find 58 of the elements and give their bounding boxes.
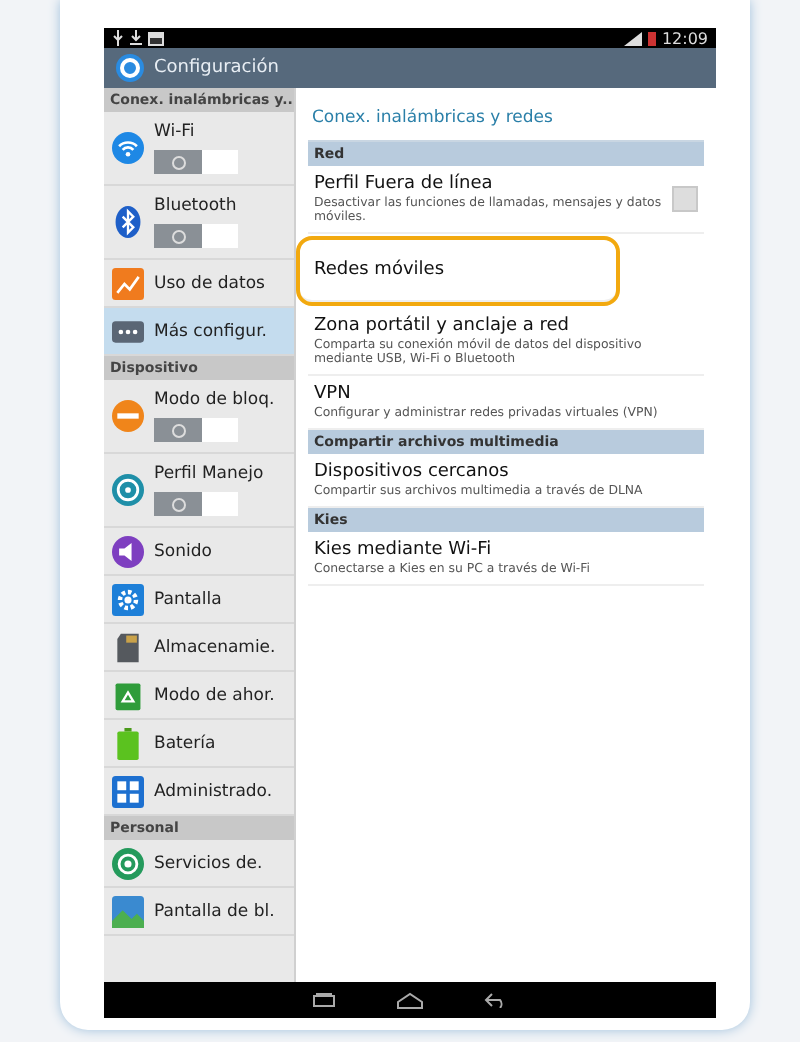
setting-title: Redes móviles [314,260,447,280]
setting-title: Dispositivos cercanos [314,462,511,482]
item-label: Pantalla de bl. [154,901,275,921]
setting-title: Kies mediante Wi-Fi [314,540,494,560]
sidebar-item[interactable]: Modo de bloq. [104,380,294,454]
toggle-switch[interactable] [154,492,238,516]
usb-icon [112,30,124,46]
item-label: Uso de datos [154,273,265,293]
setting-item[interactable]: Redes móviles [300,240,616,302]
download-icon [130,30,142,46]
sidebar-item[interactable]: Wi-Fi [104,112,294,186]
item-label: Más configur. [154,321,267,341]
minus-circle-icon [112,400,144,432]
toggle-switch[interactable] [154,150,238,174]
item-label: Pantalla [154,589,222,609]
dots-icon [112,315,144,347]
toggle-switch[interactable] [154,224,238,248]
item-label: Perfil Manejo [154,464,264,484]
item-label: Wi-Fi [154,122,197,142]
item-label: Modo de ahor. [154,685,275,705]
sidebar-item[interactable]: Pantalla [104,576,294,624]
item-label: Sonido [154,541,212,561]
item-label: Bluetooth [154,196,238,216]
sidebar-item[interactable]: Modo de ahor. [104,672,294,720]
sidebar-item[interactable]: Bluetooth [104,186,294,260]
battery-icon [647,31,656,45]
checkbox[interactable] [672,186,698,212]
sd-card-icon [112,631,144,663]
status-time: 12:09 [661,29,708,47]
bluetooth-icon [112,206,144,238]
setting-title: VPN [314,384,353,404]
screen-title: Configuración [154,58,279,78]
recent-apps-icon[interactable] [312,992,336,1008]
image-icon [148,31,164,45]
speaker-icon [112,535,144,567]
grid-icon [112,775,144,807]
item-label: Administrado. [154,781,273,801]
item-label: Servicios de. [154,853,263,873]
landscape-icon [112,895,144,927]
target-icon [112,847,144,879]
item-label: Almacenamie. [154,637,276,657]
sidebar-item[interactable]: Pantalla de bl. [104,888,294,936]
toggle-switch[interactable] [154,418,238,442]
battery-icon [112,727,144,759]
item-label: Modo de bloq. [154,390,275,410]
setting-title: Zona portátil y anclaje a red [314,316,572,336]
back-icon[interactable] [484,992,508,1008]
sidebar-item[interactable]: Sonido [104,528,294,576]
sidebar-item[interactable]: Perfil Manejo [104,454,294,528]
wifi-icon [112,132,144,164]
sidebar-item[interactable]: Almacenamie. [104,624,294,672]
home-icon[interactable] [396,991,424,1009]
sidebar-item[interactable]: Servicios de. [104,840,294,888]
chart-icon [112,267,144,299]
sidebar-item[interactable]: Más configur. [104,308,294,356]
item-label: Batería [154,733,216,753]
sidebar-item[interactable]: Batería [104,720,294,768]
setting-title: Perfil Fuera de línea [314,174,495,194]
